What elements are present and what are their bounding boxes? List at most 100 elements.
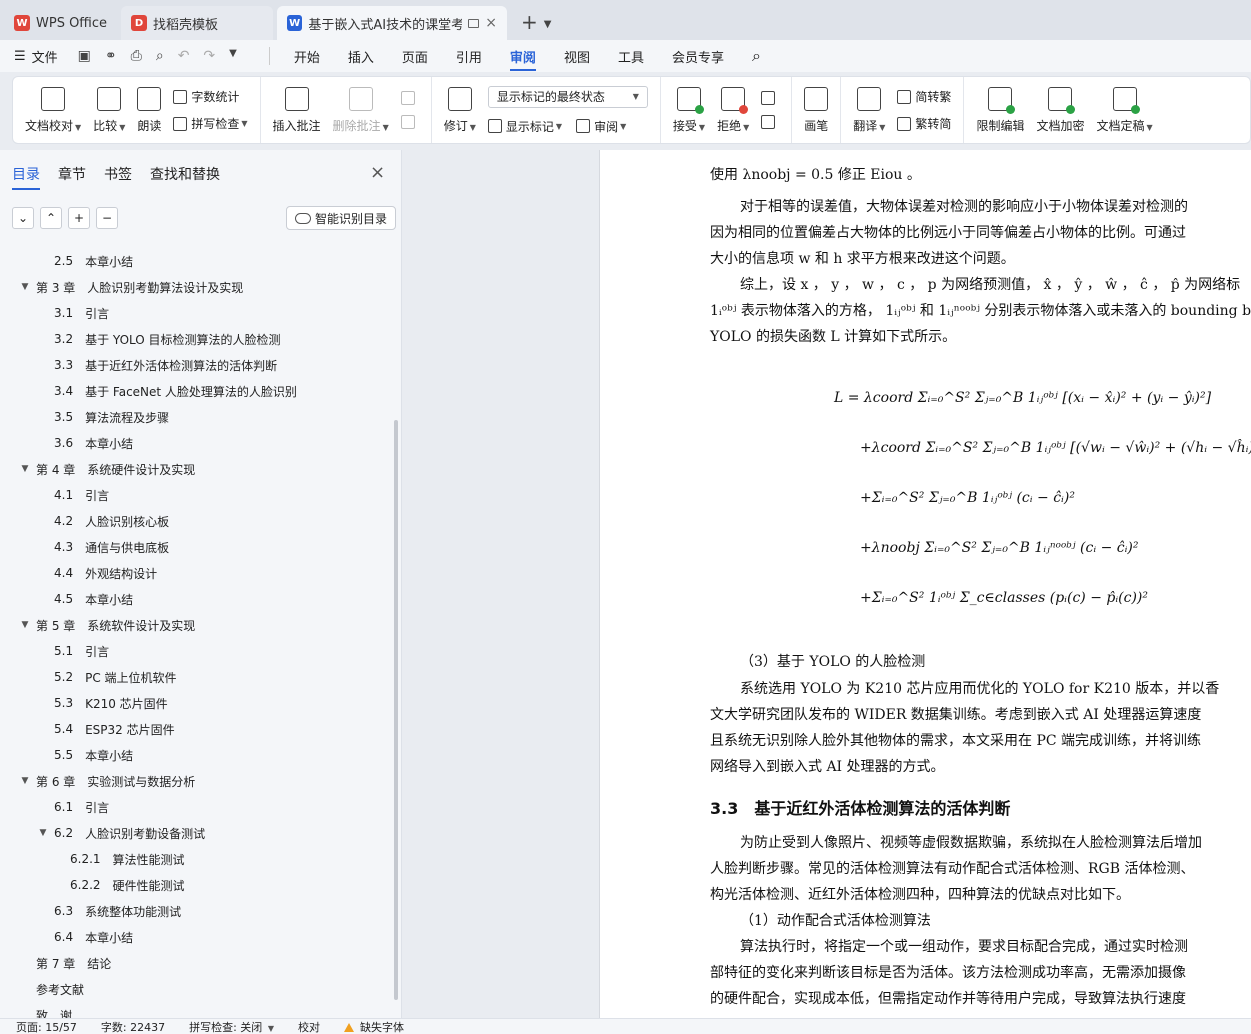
toc-item[interactable]: 5.5 本章小结 [0,742,390,768]
tab-toc[interactable]: 目录 [12,164,40,190]
tab-document[interactable]: W 基于嵌入式AI技术的课堂考勤系 × [277,6,508,40]
add-plus-icon[interactable]: + [68,207,90,229]
toc-item[interactable]: 参考文献 [0,976,390,1002]
document-page[interactable]: ———————————————————————————————— 使用 λnoo… [599,150,1251,1018]
toc-item[interactable]: 4.1 引言 [0,482,390,508]
toc-item[interactable]: 6.4 本章小结 [0,924,390,950]
chevron-down-icon[interactable]: ▼ [544,19,552,30]
save-icon[interactable]: ▣ [78,48,91,64]
toc-item[interactable]: 2.5 本章小结 [0,248,390,274]
toc-item[interactable]: 4.2 人脸识别核心板 [0,508,390,534]
toc-item[interactable]: 第 7 章结论 [0,950,390,976]
toc-item[interactable]: 3.5 算法流程及步骤 [0,404,390,430]
remove-minus-icon[interactable]: − [96,207,118,229]
translate-button[interactable]: 翻译 ▼ [847,82,891,138]
toc-item[interactable]: 3.2 基于 YOLO 目标检测算法的人脸检测 [0,326,390,352]
toc-item[interactable]: 4.4 外观结构设计 [0,560,390,586]
toc-item[interactable]: 5.2 PC 端上位机软件 [0,664,390,690]
insert-comment-button[interactable]: 插入批注 [267,82,327,138]
link-icon[interactable]: ⚭ [105,48,117,64]
monitor-icon[interactable] [467,18,480,28]
search-icon[interactable]: ⌕ [752,46,761,66]
print-icon[interactable]: ⎙ [131,48,142,64]
compare-button[interactable]: 比较 ▼ [87,82,131,138]
read-aloud-button[interactable]: 朗读 [131,82,167,138]
toc-item[interactable]: 4.3 通信与供电底板 [0,534,390,560]
spell-check-indicator[interactable]: 拼写检查: 关闭 ▼ [189,1019,274,1034]
toc-scrollbar[interactable] [394,420,398,1000]
toc-item[interactable]: 3.6 本章小结 [0,430,390,456]
toc-item[interactable]: 6.2.1 算法性能测试 [0,846,390,872]
close-icon[interactable]: × [370,162,385,183]
tab-wps-office[interactable]: W WPS Office [4,6,117,40]
pen-button[interactable]: 画笔 [798,82,834,138]
delete-comment-button[interactable]: 删除批注 ▼ [327,82,395,138]
missing-font-indicator[interactable]: 缺失字体 [343,1019,404,1034]
prev-change-button[interactable] [761,91,779,105]
print-preview-icon[interactable]: ⌕ [156,48,164,64]
toc-item[interactable]: ▼ 第 6 章实验测试与数据分析 [0,768,390,794]
expand-triangle-icon[interactable]: ▼ [18,776,32,786]
toc-item[interactable]: 6.2.2 硬件性能测试 [0,872,390,898]
toc-item[interactable]: ▼ 第 3 章人脸识别考勤算法设计及实现 [0,274,390,300]
expand-triangle-icon[interactable]: ▼ [36,828,50,838]
close-icon[interactable]: × [485,15,497,31]
menu-hamburger-icon[interactable]: ☰ [14,49,26,64]
undo-icon[interactable]: ↶ [178,48,190,64]
show-markup-button[interactable]: 显示标记 ▼ [487,118,562,135]
page-indicator[interactable]: 页面: 15/57 [16,1019,77,1034]
tab-docer[interactable]: D 找稻壳模板 [121,6,274,40]
menu-reference[interactable]: 引用 [456,47,482,66]
expand-chevron-up-icon[interactable]: ⌃ [40,207,62,229]
spell-check-button[interactable]: 拼写检查 ▼ [173,115,248,132]
toc-item[interactable]: ▼ 第 4 章系统硬件设计及实现 [0,456,390,482]
tab-find-replace[interactable]: 查找和替换 [150,164,220,190]
restrict-edit-button[interactable]: 限制编辑 [970,82,1030,138]
redo-icon[interactable]: ↷ [203,48,215,64]
next-change-button[interactable] [761,115,779,129]
menu-tools[interactable]: 工具 [618,47,644,66]
menu-home[interactable]: 开始 [294,47,320,66]
menu-file[interactable]: 文件 [32,47,58,66]
toc-item[interactable]: 6.1 引言 [0,794,390,820]
to-simplified-button[interactable]: 繁转简 [897,115,951,132]
proofing-indicator[interactable]: 校对 [298,1019,320,1034]
new-tab-plus-icon[interactable]: + [521,10,538,34]
prev-comment-button[interactable] [400,91,419,105]
toc-item[interactable]: 5.4 ESP32 芯片固件 [0,716,390,742]
toc-item[interactable]: ▼ 6.2 人脸识别考勤设备测试 [0,820,390,846]
menu-view[interactable]: 视图 [564,47,590,66]
accept-button[interactable]: 接受 ▼ [667,82,711,138]
more-chevron-icon[interactable]: ▼ [229,48,237,64]
word-count-button[interactable]: 字数统计 [173,88,247,105]
toc-item[interactable]: 4.5 本章小结 [0,586,390,612]
menu-insert[interactable]: 插入 [348,47,374,66]
to-traditional-button[interactable]: 简转繁 [897,88,951,105]
toc-item[interactable]: 5.1 引言 [0,638,390,664]
expand-triangle-icon[interactable]: ▼ [18,282,32,292]
next-comment-button[interactable] [400,115,419,129]
menu-page[interactable]: 页面 [402,47,428,66]
toc-item[interactable]: 致 谢 [0,1002,390,1019]
doc-check-button[interactable]: 文档校对 ▼ [19,82,87,138]
smart-toc-button[interactable]: 智能识别目录 [286,206,397,230]
markup-state-select[interactable]: 显示标记的最终状态 ▼ [487,85,648,108]
toc-item[interactable]: 3.3 基于近红外活体检测算法的活体判断 [0,352,390,378]
menu-member[interactable]: 会员专享 [672,47,724,66]
word-count-indicator[interactable]: 字数: 22437 [101,1019,165,1034]
document-area[interactable]: ———————————————————————————————— 使用 λnoo… [403,150,1251,1018]
tab-bookmarks[interactable]: 书签 [104,164,132,190]
toc-item[interactable]: 3.1 引言 [0,300,390,326]
toc-item[interactable]: 3.4 基于 FaceNet 人脸处理算法的人脸识别 [0,378,390,404]
expand-triangle-icon[interactable]: ▼ [18,464,32,474]
collapse-chevron-down-icon[interactable]: ⌄ [12,207,34,229]
review-pane-button[interactable]: 审阅 ▼ [576,118,626,135]
revise-button[interactable]: 修订 ▼ [438,82,482,138]
tab-chapters[interactable]: 章节 [58,164,86,190]
encrypt-button[interactable]: 文档加密 [1030,82,1090,138]
toc-item[interactable]: 6.3 系统整体功能测试 [0,898,390,924]
finalize-button[interactable]: 文档定稿 ▼ [1090,82,1158,138]
expand-triangle-icon[interactable]: ▼ [18,620,32,630]
menu-review[interactable]: 审阅 [509,47,536,71]
toc-item[interactable]: 5.3 K210 芯片固件 [0,690,390,716]
